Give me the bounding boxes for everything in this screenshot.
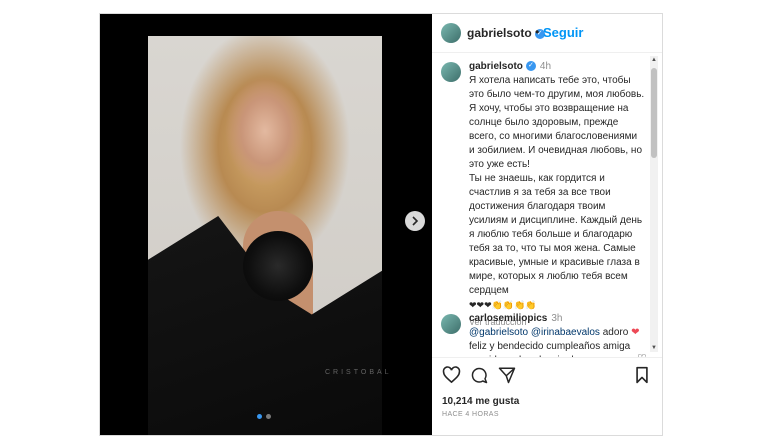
- carousel-dot-2: [266, 414, 271, 419]
- scroll-thumb[interactable]: [651, 68, 657, 158]
- photo-rose: [243, 231, 313, 301]
- heart-emoji: ❤: [631, 327, 640, 338]
- likes-count[interactable]: 10,214 me gusta: [442, 396, 519, 407]
- comment-button[interactable]: [470, 366, 488, 389]
- action-bar: 10,214 me gusta HACE 4 HORAS: [432, 357, 662, 436]
- like-button[interactable]: [442, 366, 461, 389]
- caption-emojis: ❤❤❤👏👏👏👏: [469, 300, 537, 310]
- caption-avatar[interactable]: [441, 62, 461, 82]
- commenter-avatar[interactable]: [441, 314, 461, 334]
- follow-button[interactable]: Seguir: [543, 25, 583, 40]
- author-username[interactable]: gabrielsoto ✓: [467, 26, 545, 40]
- post-timestamp[interactable]: HACE 4 HORAS: [442, 411, 499, 418]
- comment-time[interactable]: 3h: [551, 313, 562, 324]
- comments-scrollbar[interactable]: ▲ ▼: [650, 56, 658, 352]
- comments-panel[interactable]: gabrielsoto ✓ 4h Я хотела написать тебе эт…: [432, 52, 662, 357]
- comment-icon: [471, 367, 488, 384]
- heart-icon: [442, 366, 461, 384]
- caption-time[interactable]: 4h: [540, 61, 551, 72]
- verified-icon: ✓: [525, 61, 536, 72]
- comment-body: carlosemiliopics 3h @gabrielsoto @irinaba…: [469, 312, 645, 357]
- caption-body: gabrielsoto ✓ 4h Я хотела написать тебе эт…: [469, 60, 645, 329]
- comment-text-2: feliz y bendecido cumpleaños amiga queri…: [469, 341, 631, 357]
- photo-watermark: CRISTOBAL: [325, 369, 392, 376]
- carousel-next-button[interactable]: [405, 211, 425, 231]
- comment-mention-1[interactable]: @gabrielsoto: [469, 327, 528, 338]
- comment-text-1: adoro: [599, 327, 632, 338]
- comment-mention-2[interactable]: @irinabaevalos: [531, 327, 600, 338]
- share-button[interactable]: [498, 366, 516, 389]
- scroll-down-arrow-icon[interactable]: ▼: [650, 344, 658, 352]
- save-button[interactable]: [635, 366, 649, 389]
- post-header: gabrielsoto ✓ • Seguir: [432, 14, 662, 53]
- author-avatar[interactable]: [441, 23, 461, 43]
- caption-text: Я хотела написать тебе это, чтобы это бы…: [469, 75, 645, 296]
- share-icon: [498, 367, 516, 384]
- chevron-right-icon: [412, 216, 419, 226]
- carousel-dot-1: [257, 414, 262, 419]
- caption-username[interactable]: gabrielsoto: [469, 61, 523, 72]
- commenter-username[interactable]: carlosemiliopics: [469, 313, 547, 324]
- carousel-indicator: [257, 414, 271, 419]
- post-media[interactable]: CRISTOBAL: [100, 14, 432, 435]
- author-username-text[interactable]: gabrielsoto: [467, 26, 532, 40]
- post-sidebar: gabrielsoto ✓ • Seguir gabrielsoto ✓ 4h Я х…: [432, 14, 662, 435]
- scroll-up-arrow-icon[interactable]: ▲: [650, 56, 658, 64]
- header-separator: •: [535, 25, 540, 39]
- bookmark-icon: [636, 366, 648, 384]
- post-card: CRISTOBAL gabrielsoto ✓ • Seguir gabriels…: [99, 13, 663, 436]
